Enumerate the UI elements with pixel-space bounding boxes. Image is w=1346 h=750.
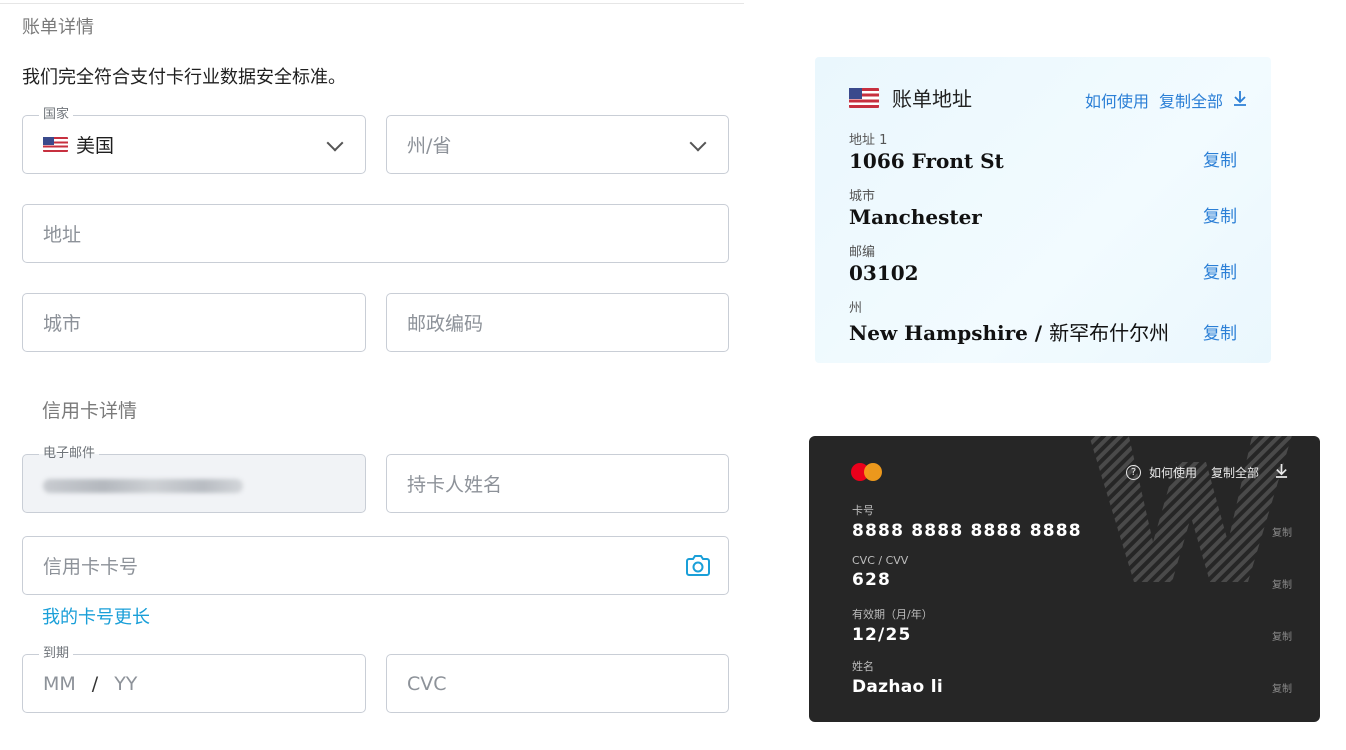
mastercard-logo — [851, 461, 885, 483]
billing-details-title: 账单详情 — [22, 17, 94, 38]
copy-city-button[interactable]: 复制 — [1203, 202, 1237, 227]
card-number-input[interactable]: 信用卡卡号 — [22, 536, 729, 595]
copy-all-link[interactable]: 复制全部 — [1159, 88, 1223, 112]
zip-label: 邮编 — [849, 245, 876, 260]
help-icon[interactable]: ? — [1125, 464, 1141, 480]
cvc-row: CVC / CVV 628 复制 — [852, 554, 1292, 591]
state-select[interactable]: 州/省 — [386, 115, 729, 174]
copy-cvc-button[interactable]: 复制 — [1272, 576, 1292, 591]
expiry-input[interactable]: 到期 MM / YY — [22, 646, 366, 713]
expiry-row: 有效期（月/年） 12/25 复制 — [852, 606, 1292, 645]
card-copy-all-link[interactable]: 复制全部 — [1211, 464, 1259, 481]
expiry-year-placeholder: YY — [114, 672, 138, 695]
expiry-month-placeholder: MM — [43, 672, 76, 695]
card-number-row: 卡号 8888 8888 8888 8888 复制 — [852, 502, 1292, 541]
copy-card-number-button[interactable]: 复制 — [1272, 524, 1292, 539]
cvc-placeholder: CVC — [407, 672, 447, 695]
address-input[interactable]: 地址 — [22, 204, 729, 263]
zip-row: 邮编 03102 复制 — [849, 241, 1249, 285]
copy-name-button[interactable]: 复制 — [1272, 680, 1292, 695]
how-to-use-link[interactable]: 如何使用 — [1085, 88, 1149, 112]
zip-value: 03102 — [849, 261, 919, 285]
billing-address-card: 账单地址 如何使用 复制全部 地址 1 1066 Front St 复制 城市 … — [815, 57, 1271, 363]
expiry-separator: / — [91, 672, 99, 695]
us-flag-icon — [43, 137, 68, 152]
city-value: Manchester — [849, 205, 982, 229]
address-placeholder: 地址 — [43, 224, 82, 246]
city-row: 城市 Manchester 复制 — [849, 185, 1249, 229]
cardholder-placeholder: 持卡人姓名 — [407, 474, 503, 496]
address1-value: 1066 Front St — [849, 149, 1004, 173]
card-actions: ? 如何使用 复制全部 — [1125, 463, 1288, 481]
name-label: 姓名 — [852, 660, 874, 673]
expiry-label: 到期 — [39, 646, 74, 662]
top-divider — [0, 3, 744, 4]
country-select[interactable]: 国家 美国 — [22, 107, 366, 174]
copy-expiry-button[interactable]: 复制 — [1272, 628, 1292, 643]
card-number-placeholder: 信用卡卡号 — [43, 556, 139, 578]
email-label: 电子邮件 — [39, 446, 100, 462]
state-row: 州 New Hampshire / 新罕布什尔州 复制 — [849, 297, 1249, 346]
credit-card-panel: ? 如何使用 复制全部 卡号 8888 8888 8888 8888 复制 CV… — [809, 436, 1320, 722]
address1-label: 地址 1 — [849, 133, 888, 148]
copy-address1-button[interactable]: 复制 — [1203, 146, 1237, 171]
billing-address-actions: 如何使用 复制全部 — [1085, 88, 1247, 112]
pci-compliance-text: 我们完全符合支付卡行业数据安全标准。 — [22, 67, 346, 88]
address1-row: 地址 1 1066 Front St 复制 — [849, 129, 1249, 173]
name-row: 姓名 Dazhao li 复制 — [852, 658, 1292, 697]
cvc-value: 628 — [852, 570, 892, 590]
chevron-down-icon — [689, 134, 707, 152]
credit-card-details-title: 信用卡详情 — [42, 400, 138, 422]
billing-address-title: 账单地址 — [892, 87, 972, 111]
copy-zip-button[interactable]: 复制 — [1203, 258, 1237, 283]
postal-placeholder: 邮政编码 — [407, 313, 484, 335]
city-input[interactable]: 城市 — [22, 293, 366, 352]
country-label: 国家 — [39, 107, 74, 123]
name-value: Dazhao li — [852, 677, 944, 697]
card-how-to-use-link[interactable]: 如何使用 — [1149, 464, 1197, 481]
state-value-cn: 新罕布什尔州 — [1049, 321, 1170, 345]
email-value-blurred — [43, 478, 243, 493]
chevron-down-icon — [326, 134, 344, 152]
state-value-en: New Hampshire / — [849, 321, 1043, 345]
cardholder-name-input[interactable]: 持卡人姓名 — [386, 454, 729, 513]
longer-card-number-link[interactable]: 我的卡号更长 — [42, 603, 150, 629]
state-label: 州 — [849, 301, 863, 316]
expiry-value: 12/25 — [852, 625, 912, 645]
us-flag-icon — [849, 87, 879, 108]
camera-scan-icon[interactable] — [685, 553, 711, 581]
cvc-label: CVC / CVV — [852, 554, 909, 567]
city-label: 城市 — [849, 189, 876, 204]
download-icon[interactable] — [1275, 463, 1288, 481]
city-placeholder: 城市 — [43, 313, 82, 335]
state-value: New Hampshire / 新罕布什尔州 — [849, 317, 1249, 346]
copy-state-button[interactable]: 复制 — [1203, 319, 1237, 344]
email-field[interactable]: 电子邮件 — [22, 446, 366, 513]
download-icon[interactable] — [1233, 90, 1247, 111]
cvc-input[interactable]: CVC — [386, 654, 729, 713]
country-value: 美国 — [76, 135, 115, 157]
postal-code-input[interactable]: 邮政编码 — [386, 293, 729, 352]
card-number-value: 8888 8888 8888 8888 — [852, 521, 1082, 541]
card-number-label: 卡号 — [852, 504, 874, 517]
state-placeholder: 州/省 — [407, 135, 452, 157]
billing-address-header: 账单地址 — [849, 83, 972, 112]
expiry-row-label: 有效期（月/年） — [852, 608, 933, 621]
